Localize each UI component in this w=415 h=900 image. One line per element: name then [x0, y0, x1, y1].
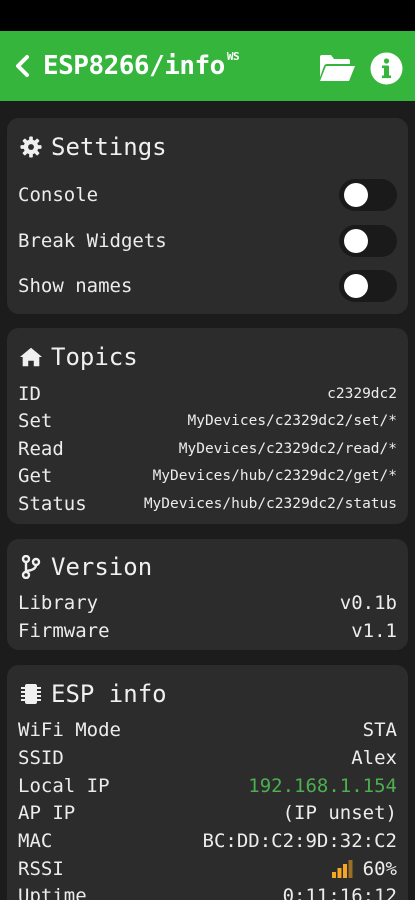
topics-heading: Topics	[19, 343, 138, 371]
version-key: Firmware	[18, 620, 110, 642]
back-arrow-icon[interactable]	[11, 54, 35, 78]
esp-info-heading: ESP info	[19, 680, 167, 708]
topic-row-read: Read MyDevices/c2329dc2/read/*	[18, 436, 397, 462]
break-widgets-toggle[interactable]	[339, 225, 397, 257]
topic-key: Status	[18, 493, 87, 515]
setting-row-show-names: Show names	[18, 270, 397, 302]
esp-value: (IP unset)	[282, 802, 397, 824]
version-title: Version	[51, 553, 153, 581]
setting-label: Show names	[18, 275, 133, 297]
toggle-knob	[344, 183, 368, 207]
version-row-firmware: Firmware v1.1	[18, 618, 397, 644]
esp-row-local-ip: Local IP 192.168.1.154	[18, 773, 397, 799]
topic-row-get: Get MyDevices/hub/c2329dc2/get/*	[18, 463, 397, 489]
esp-value: BC:DD:C2:9D:32:C2	[202, 830, 397, 852]
topics-card: Topics ID c2329dc2 Set MyDevices/c2329dc…	[7, 328, 408, 524]
esp-row-rssi: RSSI 60%	[18, 856, 397, 882]
home-icon	[19, 345, 43, 369]
esp-info-card: ESP info WiFi Mode STA SSID Alex Local I…	[7, 665, 408, 900]
rssi-value: 60%	[362, 858, 397, 880]
esp-row-ap-ip: AP IP (IP unset)	[18, 800, 397, 826]
folder-open-icon[interactable]	[318, 53, 356, 83]
setting-row-console: Console	[18, 179, 397, 211]
settings-card: Settings Console Break Widgets Show name…	[7, 118, 408, 314]
version-row-library: Library v0.1b	[18, 590, 397, 616]
info-icon[interactable]	[370, 52, 403, 85]
git-branch-icon	[19, 555, 43, 579]
topic-key: Read	[18, 438, 64, 460]
topics-title: Topics	[51, 343, 138, 371]
local-ip-value: 192.168.1.154	[248, 775, 397, 797]
setting-row-break-widgets: Break Widgets	[18, 225, 397, 257]
page-title: ESP8266/info WS	[43, 50, 240, 81]
version-card: Version Library v0.1b Firmware v1.1	[7, 539, 408, 650]
version-value: v1.1	[351, 620, 397, 642]
signal-icon	[331, 860, 353, 878]
ws-badge: WS	[226, 50, 240, 63]
esp-row-uptime: Uptime 0:11:16:12	[18, 883, 397, 900]
topic-key: Get	[18, 465, 53, 487]
app-header: ESP8266/info WS	[0, 31, 415, 101]
esp-row-mac: MAC BC:DD:C2:9D:32:C2	[18, 828, 397, 854]
settings-heading: Settings	[19, 133, 167, 161]
esp-key: AP IP	[18, 802, 76, 824]
console-toggle[interactable]	[339, 179, 397, 211]
esp-key: Local IP	[18, 775, 110, 797]
chip-icon	[19, 682, 43, 706]
esp-value: 0:11:16:12	[282, 885, 397, 900]
esp-value-rssi: 60%	[331, 858, 397, 880]
toggle-knob	[344, 229, 368, 253]
topic-key: Set	[18, 410, 53, 432]
gear-icon	[19, 135, 43, 159]
topic-value: MyDevices/hub/c2329dc2/get/*	[152, 468, 397, 484]
esp-key: MAC	[18, 830, 53, 852]
show-names-toggle[interactable]	[339, 270, 397, 302]
version-heading: Version	[19, 553, 152, 581]
esp-key: SSID	[18, 747, 64, 769]
topic-row-id: ID c2329dc2	[18, 381, 397, 407]
esp-info-title: ESP info	[51, 680, 167, 708]
esp-value: Alex	[351, 747, 397, 769]
esp-row-wifi-mode: WiFi Mode STA	[18, 717, 397, 743]
topic-value: MyDevices/hub/c2329dc2/status	[143, 496, 397, 512]
esp-key: Uptime	[18, 885, 87, 900]
settings-title: Settings	[51, 133, 167, 161]
setting-label: Console	[18, 184, 99, 206]
topic-value: c2329dc2	[327, 386, 397, 402]
esp-key: RSSI	[18, 858, 64, 880]
topic-row-status: Status MyDevices/hub/c2329dc2/status	[18, 491, 397, 517]
topic-key: ID	[18, 383, 41, 405]
setting-label: Break Widgets	[18, 230, 167, 252]
version-value: v0.1b	[339, 592, 397, 614]
topic-value: MyDevices/c2329dc2/read/*	[178, 441, 397, 457]
esp-value: STA	[362, 719, 397, 741]
toggle-knob	[344, 274, 368, 298]
status-bar	[0, 0, 415, 31]
topic-value: MyDevices/c2329dc2/set/*	[187, 413, 397, 429]
esp-key: WiFi Mode	[18, 719, 121, 741]
version-key: Library	[18, 592, 99, 614]
esp-row-ssid: SSID Alex	[18, 745, 397, 771]
topic-row-set: Set MyDevices/c2329dc2/set/*	[18, 408, 397, 434]
